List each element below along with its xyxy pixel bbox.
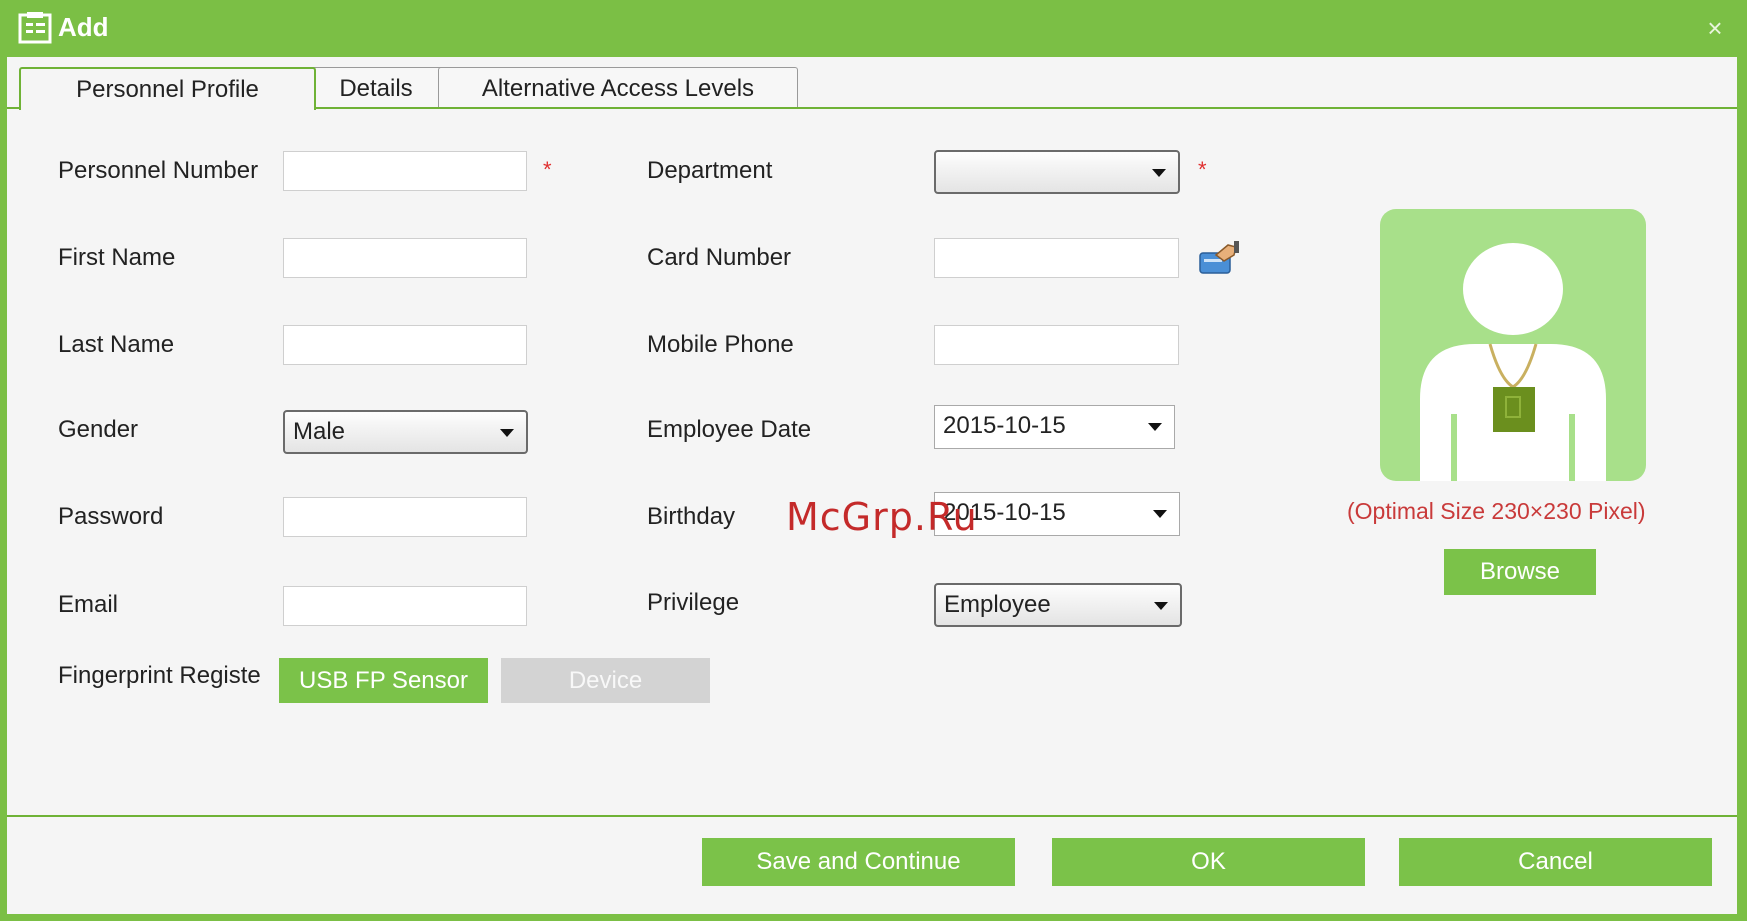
- chevron-down-icon: [1148, 423, 1162, 431]
- add-window-icon: [18, 12, 52, 44]
- privilege-select[interactable]: Employee: [934, 583, 1182, 627]
- email-input[interactable]: [283, 586, 527, 626]
- employee-date-picker[interactable]: 2015-10-15: [934, 405, 1175, 449]
- personnel-number-required-mark: *: [543, 157, 552, 182]
- personnel-number-input[interactable]: [283, 151, 527, 191]
- footer-bar: Save and Continue OK Cancel: [7, 817, 1737, 914]
- employee-date-value: 2015-10-15: [943, 412, 1066, 439]
- personnel-number-label: Personnel Number: [58, 157, 259, 184]
- close-button[interactable]: ×: [1701, 14, 1729, 42]
- browse-button[interactable]: Browse: [1444, 549, 1596, 595]
- email-label: Email: [58, 591, 119, 618]
- add-dialog: Add × Personnel Profile Details Alternat…: [0, 0, 1747, 921]
- ok-button[interactable]: OK: [1052, 838, 1365, 886]
- chevron-down-icon: [1154, 602, 1168, 610]
- photo-placeholder: [1380, 209, 1646, 481]
- chevron-down-icon: [1152, 169, 1166, 177]
- card-number-label: Card Number: [647, 244, 792, 271]
- watermark-text: McGrp.Ru: [786, 495, 978, 539]
- mobile-phone-label: Mobile Phone: [647, 331, 794, 358]
- card-reader-icon[interactable]: [1198, 239, 1244, 277]
- card-number-input[interactable]: [934, 238, 1179, 278]
- last-name-label: Last Name: [58, 331, 175, 358]
- person-placeholder-icon: [1420, 243, 1606, 481]
- tab-bar: Personnel Profile Details Alternative Ac…: [7, 67, 1737, 110]
- password-input[interactable]: [283, 497, 527, 537]
- privilege-value: Employee: [944, 591, 1051, 618]
- birthday-label: Birthday: [647, 503, 736, 530]
- tab-details[interactable]: Details: [309, 67, 443, 108]
- gender-select[interactable]: Male: [283, 410, 528, 454]
- title-bar[interactable]: Add ×: [0, 0, 1747, 57]
- cancel-button[interactable]: Cancel: [1399, 838, 1712, 886]
- device-button: Device: [501, 658, 710, 703]
- employee-date-label: Employee Date: [647, 416, 812, 443]
- chevron-down-icon: [500, 429, 514, 437]
- dialog-body: Personnel Profile Details Alternative Ac…: [7, 57, 1737, 914]
- personnel-profile-panel: Personnel Number * First Name Last Name …: [7, 109, 1737, 815]
- optimal-size-hint: (Optimal Size 230×230 Pixel): [1347, 498, 1646, 524]
- chevron-down-icon: [1153, 510, 1167, 518]
- password-label: Password: [58, 503, 164, 530]
- first-name-label: First Name: [58, 244, 176, 271]
- usb-fp-sensor-button[interactable]: USB FP Sensor: [279, 658, 488, 703]
- first-name-input[interactable]: [283, 238, 527, 278]
- gender-label: Gender: [58, 416, 139, 443]
- department-label: Department: [647, 157, 773, 184]
- last-name-input[interactable]: [283, 325, 527, 365]
- department-select[interactable]: [934, 150, 1180, 194]
- mobile-phone-input[interactable]: [934, 325, 1179, 365]
- tab-personnel-profile[interactable]: Personnel Profile: [19, 67, 316, 110]
- gender-value: Male: [293, 418, 346, 445]
- department-required-mark: *: [1198, 157, 1207, 182]
- tab-alternative-access-levels[interactable]: Alternative Access Levels: [438, 67, 798, 108]
- privilege-label: Privilege: [647, 589, 740, 616]
- window-title: Add: [58, 12, 109, 42]
- fingerprint-label: Fingerprint Registe: [58, 662, 261, 689]
- save-and-continue-button[interactable]: Save and Continue: [702, 838, 1015, 886]
